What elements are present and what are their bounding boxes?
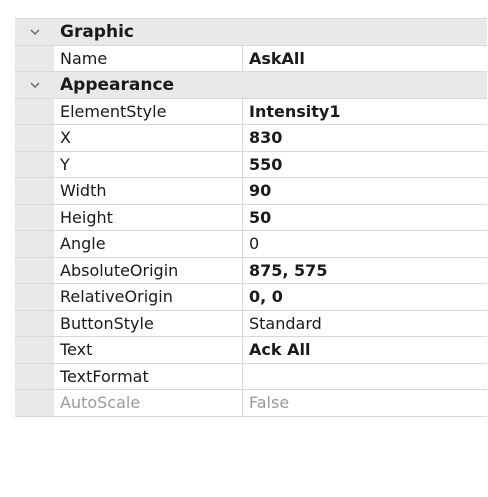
- property-name: Width: [54, 178, 243, 204]
- property-value[interactable]: Intensity1: [243, 99, 487, 125]
- property-row-y[interactable]: Y 550: [15, 151, 487, 178]
- row-gutter: [15, 45, 54, 71]
- property-value[interactable]: 550: [243, 152, 487, 178]
- property-name: AbsoluteOrigin: [54, 257, 243, 283]
- property-row-elementstyle[interactable]: ElementStyle Intensity1: [15, 98, 487, 125]
- category-expander[interactable]: [15, 19, 54, 45]
- property-grid: Graphic Name AskAll Appearance ElementSt…: [15, 18, 487, 417]
- property-row-name[interactable]: Name AskAll: [15, 45, 487, 72]
- property-name: ElementStyle: [54, 98, 243, 124]
- property-value[interactable]: 50: [243, 205, 487, 231]
- category-graphic[interactable]: Graphic: [15, 19, 487, 46]
- row-gutter: [15, 204, 54, 230]
- property-value: False: [249, 393, 290, 412]
- property-name: AutoScale: [54, 390, 243, 416]
- property-row-height[interactable]: Height 50: [15, 204, 487, 231]
- category-title: Appearance: [54, 72, 487, 98]
- property-value[interactable]: AskAll: [243, 46, 487, 72]
- property-value[interactable]: 875, 575: [243, 258, 487, 284]
- property-row-relativeorigin[interactable]: RelativeOrigin 0, 0: [15, 284, 487, 311]
- row-gutter: [15, 363, 54, 389]
- row-gutter: [15, 151, 54, 177]
- property-row-autoscale[interactable]: AutoScale False: [15, 390, 487, 417]
- property-row-buttonstyle[interactable]: ButtonStyle Standard: [15, 310, 487, 337]
- chevron-down-icon: [30, 82, 39, 88]
- property-name: Name: [54, 45, 243, 71]
- chevron-down-icon: [30, 29, 39, 35]
- property-value[interactable]: [243, 364, 487, 390]
- row-gutter: [15, 390, 54, 416]
- row-gutter: [15, 231, 54, 257]
- property-name: ButtonStyle: [54, 310, 243, 336]
- property-name: Angle: [54, 231, 243, 257]
- row-gutter: [15, 310, 54, 336]
- property-row-absoluteorigin[interactable]: AbsoluteOrigin 875, 575: [15, 257, 487, 284]
- property-name: Text: [54, 337, 243, 363]
- row-gutter: [15, 284, 54, 310]
- property-row-angle[interactable]: Angle 0: [15, 231, 487, 258]
- row-gutter: [15, 178, 54, 204]
- property-name: TextFormat: [54, 363, 243, 389]
- property-row-text[interactable]: Text Ack All: [15, 337, 487, 364]
- property-row-textformat[interactable]: TextFormat: [15, 363, 487, 390]
- category-appearance[interactable]: Appearance: [15, 72, 487, 99]
- property-name: Height: [54, 204, 243, 230]
- category-title: Graphic: [54, 19, 487, 45]
- property-value[interactable]: 0: [243, 231, 487, 257]
- property-value[interactable]: 0, 0: [243, 284, 487, 310]
- row-gutter: [15, 98, 54, 124]
- property-name: RelativeOrigin: [54, 284, 243, 310]
- property-name: Y: [54, 151, 243, 177]
- property-value[interactable]: Standard: [243, 311, 487, 337]
- row-gutter: [15, 125, 54, 151]
- property-name: X: [54, 125, 243, 151]
- row-gutter: [15, 337, 54, 363]
- category-expander[interactable]: [15, 72, 54, 98]
- property-value[interactable]: 830: [243, 125, 487, 151]
- property-row-x[interactable]: X 830: [15, 125, 487, 152]
- property-row-width[interactable]: Width 90: [15, 178, 487, 205]
- property-value[interactable]: 90: [243, 178, 487, 204]
- property-value[interactable]: Ack All: [243, 337, 487, 363]
- row-gutter: [15, 257, 54, 283]
